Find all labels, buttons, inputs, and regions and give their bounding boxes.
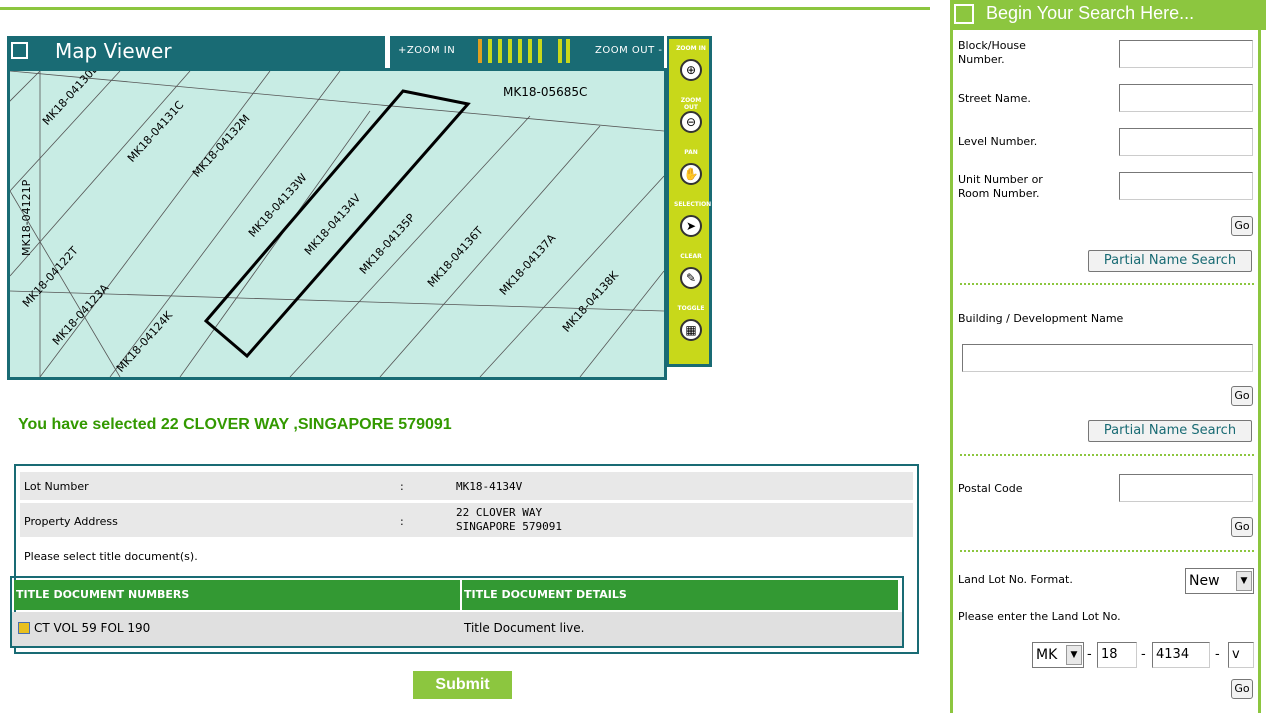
format-select-value: New [1189, 573, 1220, 589]
map-canvas[interactable]: MK18-05685C MK18-04130L MK18-04131C MK18… [7, 68, 667, 380]
address-go-button[interactable]: Go [1231, 216, 1253, 236]
building-label: Building / Development Name [958, 312, 1124, 325]
doc-number: CT VOL 59 FOL 190 [34, 621, 151, 635]
top-divider [0, 7, 930, 10]
block-label-1: Block/House [958, 39, 1026, 52]
lot-number-colon: : [400, 480, 404, 493]
zoom-in-tool-label: ZOOM IN [676, 45, 706, 52]
level-number-input[interactable] [1119, 128, 1253, 156]
address-line-2: SINGAPORE 579091 [456, 520, 562, 533]
zoom-bar: +ZOOM IN ZOOM OUT - [390, 36, 664, 68]
doc-details: Title Document live. [464, 621, 585, 635]
postal-go-button[interactable]: Go [1231, 517, 1253, 537]
zoom-out-link[interactable]: ZOOM OUT - [595, 45, 663, 56]
divider-2 [960, 454, 1254, 456]
enter-lot-label: Please enter the Land Lot No. [958, 610, 1121, 623]
zoom-level-8[interactable] [558, 39, 562, 63]
lot-dash-2: - [1141, 647, 1146, 662]
pan-tool[interactable]: PAN ✋ [674, 149, 708, 193]
search-header: Begin Your Search Here... [950, 0, 1266, 30]
search-header-title: Begin Your Search Here... [986, 3, 1195, 23]
title-doc-row[interactable]: CT VOL 59 FOL 190 Title Document live. [10, 612, 904, 648]
unit-label-2: Room Number. [958, 187, 1040, 200]
toggle-icon[interactable]: ▦ [680, 319, 702, 341]
map-viewer-header: Map Viewer [7, 36, 385, 68]
doc-checkbox-icon[interactable] [18, 622, 30, 634]
eraser-icon[interactable]: ✎ [680, 267, 702, 289]
lot-number-value: MK18-4134V [456, 480, 523, 493]
collapse-checkbox[interactable] [11, 42, 28, 59]
street-label: Street Name. [958, 92, 1031, 105]
col-doc-numbers: TITLE DOCUMENT NUMBERS [14, 580, 460, 610]
postal-code-input[interactable] [1119, 474, 1253, 502]
toggle-tool-label: TOGGLE [677, 305, 705, 312]
address-row: Property Address : 22 CLOVER WAY SINGAPO… [20, 503, 913, 537]
pan-tool-label: PAN [684, 149, 698, 156]
lot-part-2-input[interactable]: 18 [1097, 642, 1137, 668]
block-number-input[interactable] [1119, 40, 1253, 68]
lot-number-label: Lot Number [24, 480, 89, 493]
lot-part-3-input[interactable]: 4134 [1152, 642, 1210, 668]
zoom-level-6[interactable] [528, 39, 532, 63]
lot-go-button[interactable]: Go [1231, 679, 1253, 699]
lot-dash-3: - [1215, 647, 1220, 662]
lot-prefix-select[interactable]: MK ▼ [1032, 642, 1084, 668]
clear-tool[interactable]: CLEAR ✎ [674, 253, 708, 297]
address-line-1: 22 CLOVER WAY [456, 506, 543, 519]
submit-button[interactable]: Submit [413, 671, 512, 699]
select-prompt: Please select title document(s). [24, 550, 198, 563]
zoom-out-tool[interactable]: ZOOM OUT ⊖ [674, 97, 708, 141]
selection-tool[interactable]: SELECTION ➤ [674, 201, 712, 245]
building-name-input[interactable] [962, 344, 1253, 372]
level-label: Level Number. [958, 135, 1038, 148]
block-label-2: Number. [958, 53, 1005, 66]
zoom-level-5[interactable] [518, 39, 522, 63]
zoom-level-7[interactable] [538, 39, 542, 63]
zoom-level-3[interactable] [498, 39, 502, 63]
divider-3 [960, 550, 1254, 552]
address-partial-search-button[interactable]: Partial Name Search [1088, 250, 1252, 272]
chevron-down-icon[interactable]: ▼ [1066, 645, 1082, 665]
building-partial-search-button[interactable]: Partial Name Search [1088, 420, 1252, 442]
col-doc-details: TITLE DOCUMENT DETAILS [462, 580, 898, 610]
toggle-tool[interactable]: TOGGLE ▦ [674, 305, 708, 349]
chevron-down-icon[interactable]: ▼ [1236, 571, 1252, 591]
hand-icon[interactable]: ✋ [680, 163, 702, 185]
pointer-icon[interactable]: ➤ [680, 215, 702, 237]
lot-label-04121p: MK18-04121P [20, 179, 33, 256]
zoom-level-2[interactable] [488, 39, 492, 63]
format-label: Land Lot No. Format. [958, 573, 1073, 586]
map-tools: ZOOM IN ⊕ ZOOM OUT ⊖ PAN ✋ SELECTION ➤ CLEAR… [667, 36, 712, 367]
zoom-level-1[interactable] [478, 39, 482, 63]
unit-number-input[interactable] [1119, 172, 1253, 200]
title-docs-header: TITLE DOCUMENT NUMBERS TITLE DOCUMENT DE… [10, 576, 904, 612]
lot-dash-1: - [1087, 647, 1092, 662]
zoom-level-4[interactable] [508, 39, 512, 63]
zoom-level-9[interactable] [566, 39, 570, 63]
format-select[interactable]: New ▼ [1185, 568, 1254, 594]
selection-tool-label: SELECTION [674, 201, 712, 208]
selected-address-message: You have selected 22 CLOVER WAY ,SINGAPO… [18, 416, 452, 433]
clear-tool-label: CLEAR [680, 253, 702, 260]
zoom-out-icon[interactable]: ⊖ [680, 111, 702, 133]
search-header-checkbox[interactable] [954, 4, 974, 24]
lot-label-05685c: MK18-05685C [503, 85, 588, 99]
unit-label-1: Unit Number or [958, 173, 1043, 186]
divider-1 [960, 283, 1254, 285]
address-colon: : [400, 515, 404, 528]
zoom-in-icon[interactable]: ⊕ [680, 59, 702, 81]
address-label: Property Address [24, 515, 118, 528]
postal-label: Postal Code [958, 482, 1023, 495]
building-go-button[interactable]: Go [1231, 386, 1253, 406]
zoom-out-tool-label: ZOOM OUT [680, 97, 702, 111]
zoom-in-link[interactable]: +ZOOM IN [398, 45, 455, 56]
map-viewer-title: Map Viewer [55, 39, 172, 63]
lot-number-row: Lot Number : MK18-4134V [20, 472, 913, 500]
lot-part-4-input[interactable]: v [1228, 642, 1254, 668]
zoom-in-tool[interactable]: ZOOM IN ⊕ [674, 45, 708, 89]
street-name-input[interactable] [1119, 84, 1253, 112]
lot-prefix-value: MK [1036, 647, 1058, 663]
